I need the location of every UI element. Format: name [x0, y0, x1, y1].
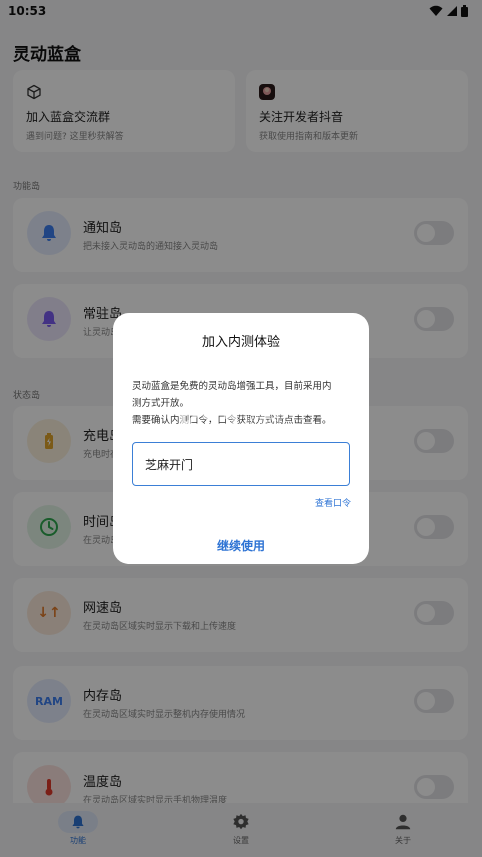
watermark-logo: K73: [178, 409, 242, 442]
password-input[interactable]: 芝麻开门: [132, 442, 350, 486]
dialog-title: 加入内测体验: [201, 335, 280, 350]
watermark-subtitle: 游戏之家: [244, 415, 284, 426]
view-password-link[interactable]: 查看口令: [315, 496, 351, 509]
k73-watermark: K73 游戏之家 .com: [178, 407, 338, 447]
watermark-domain: .com: [244, 425, 271, 438]
continue-button[interactable]: 继续使用: [113, 537, 369, 554]
dialog-message-line1: 灵动蓝盒是免费的灵动岛增强工具，目前采用内: [132, 381, 332, 392]
